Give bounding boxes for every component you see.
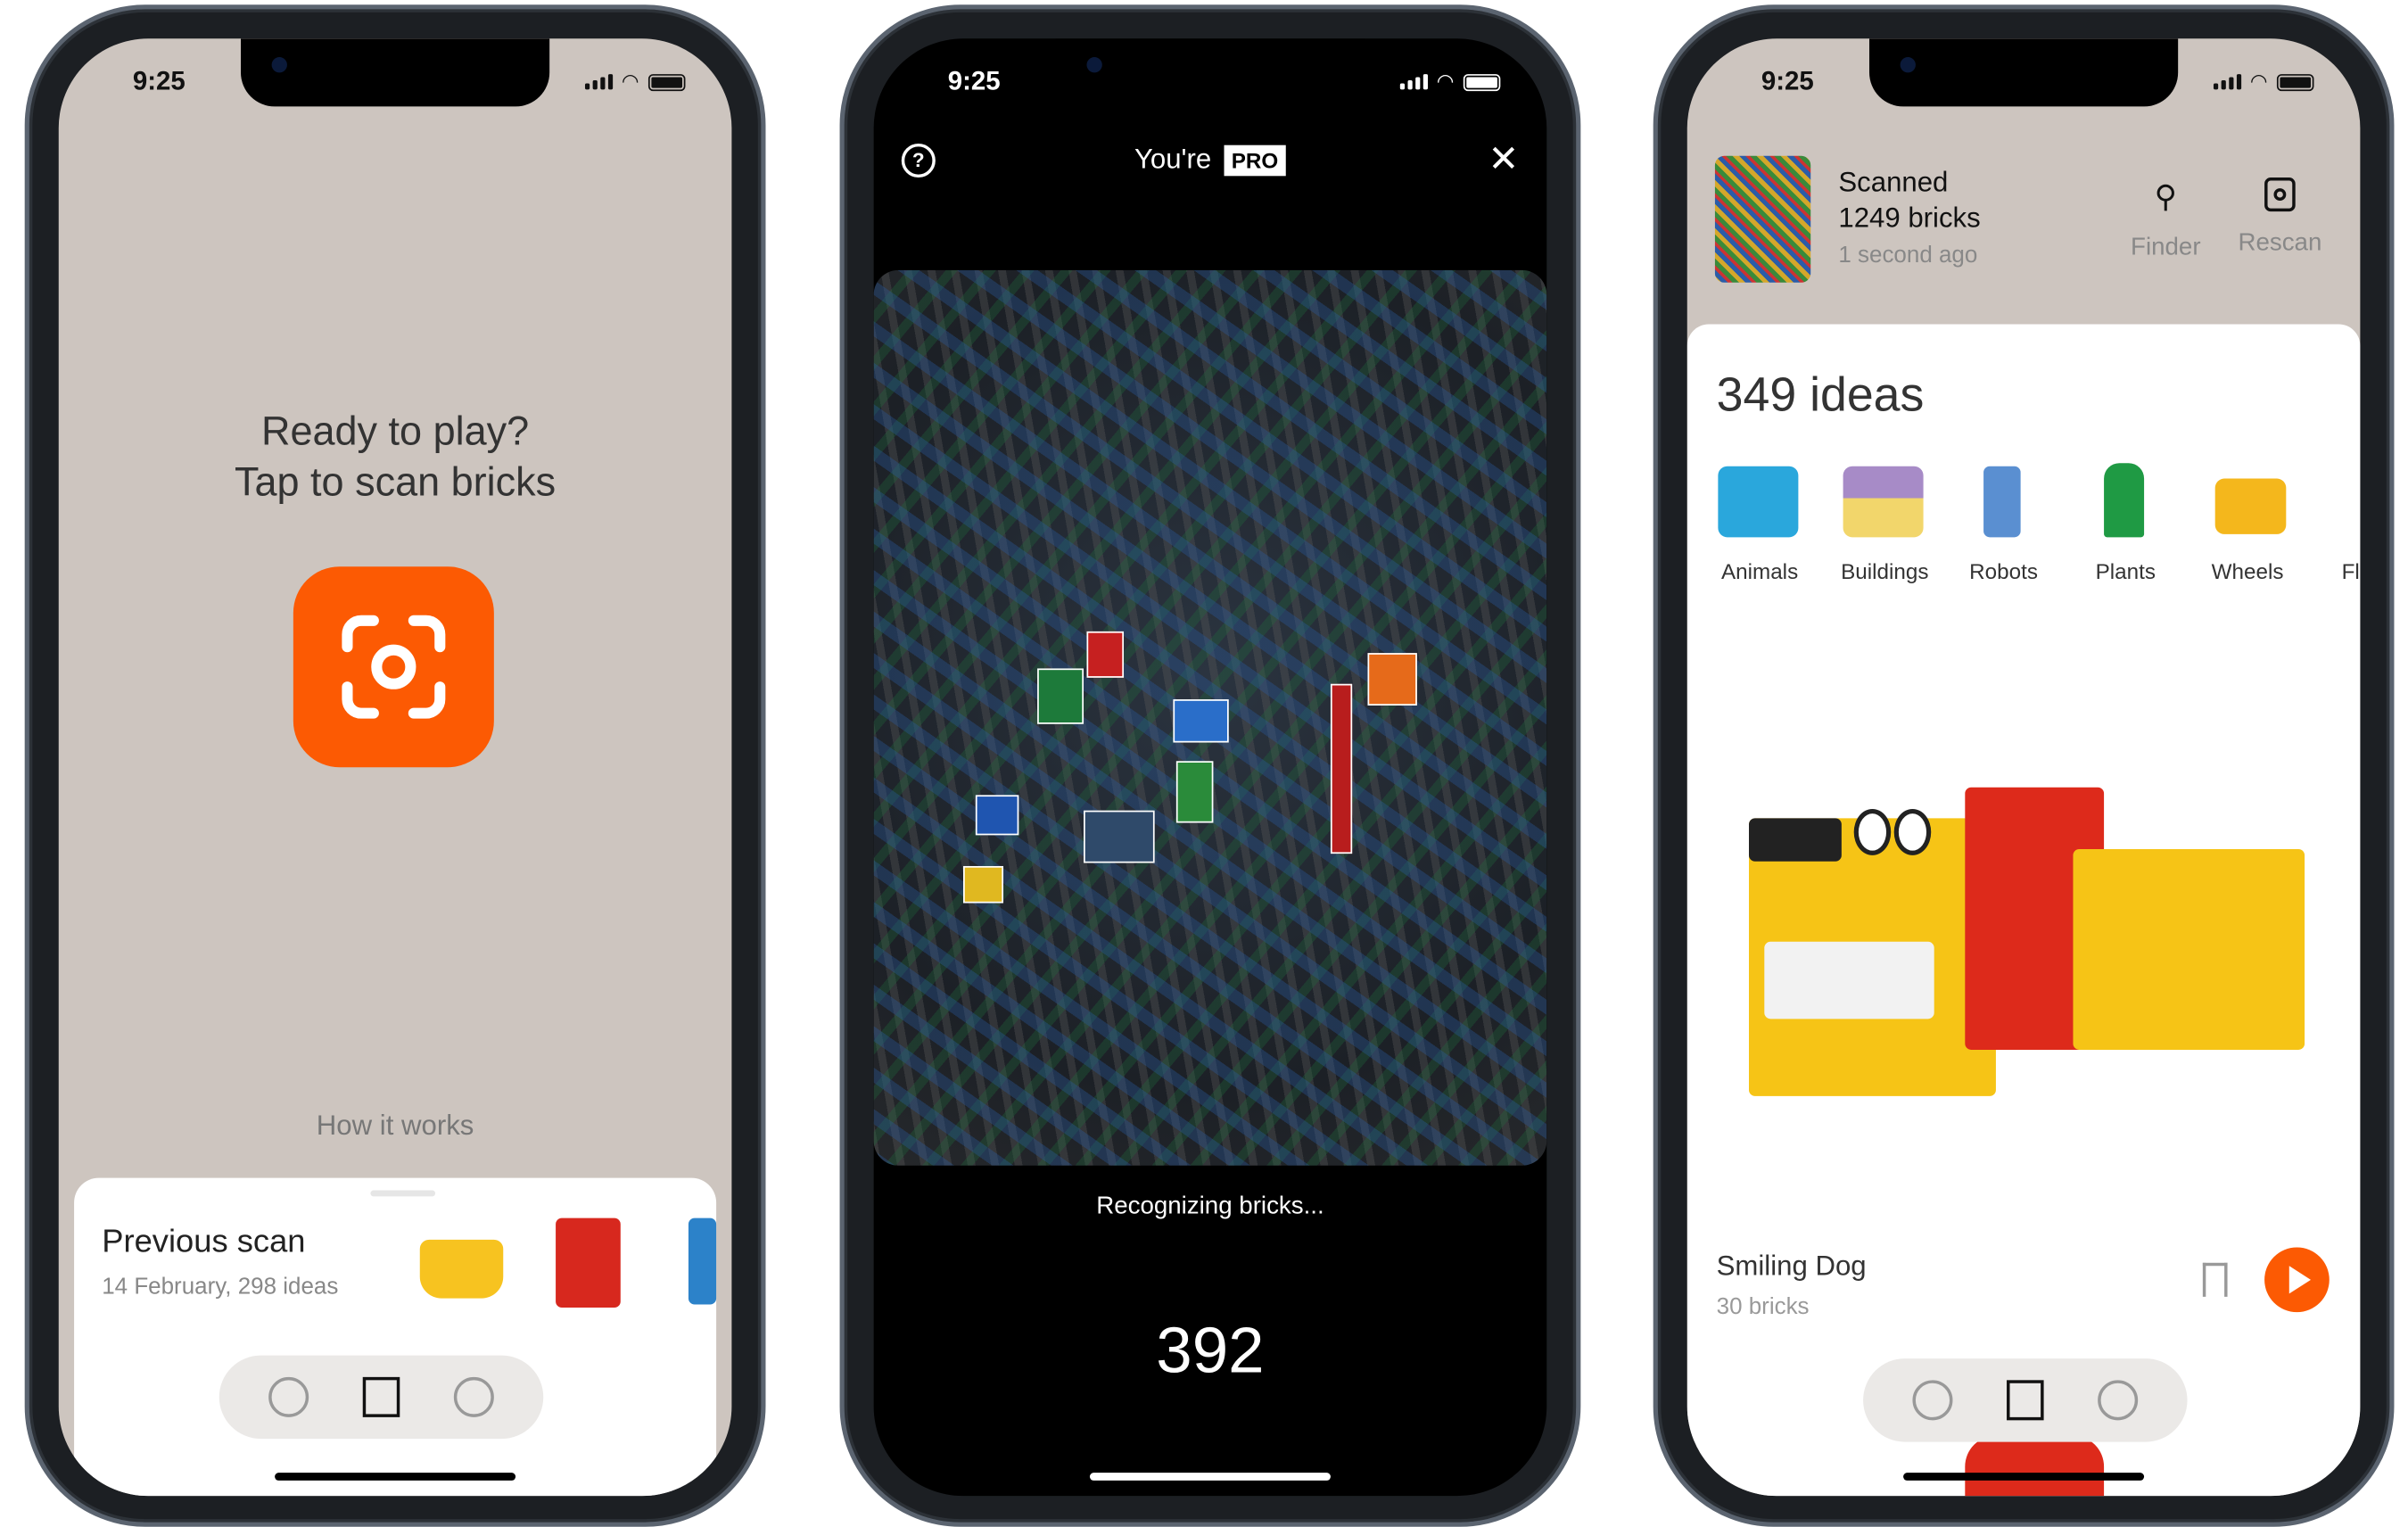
ideas-screen: 9:25 ◠ Scanned 1249 bricks 1 second ago … (1686, 38, 2361, 1497)
face-icon[interactable] (2098, 1380, 2139, 1421)
bookmark-icon[interactable] (2202, 1262, 2228, 1297)
bricks-icon[interactable] (362, 1376, 400, 1417)
detected-brick-box (1086, 631, 1125, 678)
category-robots[interactable]: Robots (1947, 559, 2061, 584)
status-time: 9:25 (1761, 66, 1814, 96)
battery-icon (2276, 73, 2314, 91)
buildings-image (1843, 466, 1924, 538)
rescan-label: Rescan (2238, 229, 2322, 257)
detected-brick-box (1330, 683, 1353, 854)
notch (1055, 38, 1365, 107)
search-icon: ⚲ (2154, 180, 2177, 215)
tab-bar (219, 1355, 544, 1440)
bricks-icon[interactable] (2007, 1380, 2044, 1421)
camera-scan-icon (342, 615, 446, 719)
camera-scan-icon (2264, 177, 2296, 212)
detected-brick-box (963, 865, 1004, 904)
camera-preview (873, 269, 1547, 1166)
subheadline: Tap to scan bricks (235, 458, 557, 505)
house-model-image (688, 1217, 717, 1305)
status-text: Recognizing bricks... (1096, 1193, 1324, 1220)
signal-icon (1399, 74, 1428, 90)
detected-brick-box (1173, 699, 1229, 743)
featured-model-image[interactable] (1748, 741, 2305, 1127)
category-animals[interactable]: Animals (1703, 559, 1817, 584)
scan-thumbnail[interactable] (1714, 155, 1811, 283)
detected-brick-box (975, 795, 1019, 836)
status-time: 9:25 (947, 66, 1001, 96)
home-indicator (1089, 1473, 1331, 1481)
animals-image (1718, 466, 1799, 538)
status-time: 9:25 (132, 66, 186, 96)
phone-home: 9:25 ◠ Ready to play? Tap to scan bricks… (24, 4, 766, 1527)
battery-icon (1463, 73, 1501, 91)
detected-brick-box (1037, 668, 1084, 724)
notch (1868, 38, 2179, 107)
category-partial[interactable]: Fl (2342, 559, 2360, 584)
pro-badge: PRO (1224, 144, 1286, 176)
scan-brick-count: 1249 bricks (1838, 202, 1981, 234)
finder-label: Finder (2131, 235, 2201, 261)
detected-brick-box (1175, 761, 1214, 823)
close-icon[interactable]: ✕ (1488, 137, 1519, 182)
category-buildings[interactable]: Buildings (1823, 559, 1946, 584)
santa-model-image (556, 1217, 621, 1308)
previous-scan-subtitle: 14 February, 298 ideas (102, 1273, 339, 1300)
signal-icon (584, 74, 613, 90)
wifi-icon: ◠ (2249, 69, 2268, 93)
headline: Ready to play? (260, 407, 530, 454)
brick-count: 392 (1156, 1313, 1265, 1387)
wheels-image (2214, 478, 2287, 534)
next-model-image (1965, 1435, 2105, 1497)
face-icon[interactable] (454, 1376, 495, 1417)
drag-handle[interactable] (370, 1190, 436, 1197)
home-indicator (275, 1473, 516, 1481)
scan-title: Scanned (1838, 166, 1949, 198)
signal-icon (2213, 74, 2241, 90)
detected-brick-box (1367, 653, 1417, 706)
scan-button[interactable] (293, 566, 494, 768)
globe-icon[interactable] (268, 1376, 309, 1417)
globe-icon[interactable] (1911, 1380, 1952, 1421)
play-button[interactable] (2264, 1247, 2330, 1313)
home-screen: 9:25 ◠ Ready to play? Tap to scan bricks… (58, 38, 732, 1497)
category-list: Animals Buildings Robots Plants Wheels F… (1687, 460, 2361, 599)
home-indicator (1903, 1473, 2145, 1481)
phone-ideas: 9:25 ◠ Scanned 1249 bricks 1 second ago … (1653, 4, 2395, 1527)
status-icons: ◠ (1399, 69, 1501, 95)
previous-scan-title: Previous scan (102, 1224, 306, 1260)
how-it-works-link[interactable]: How it works (59, 1110, 732, 1142)
finder-button[interactable]: ⚲ Finder (2116, 177, 2215, 262)
featured-title: Smiling Dog (1716, 1250, 1867, 1282)
notch (241, 38, 550, 107)
submarine-model-image (419, 1239, 504, 1299)
title-text: You're (1134, 143, 1212, 175)
category-wheels[interactable]: Wheels (2190, 559, 2305, 584)
detected-brick-box (1084, 810, 1155, 863)
category-plants[interactable]: Plants (2068, 559, 2182, 584)
scan-time: 1 second ago (1838, 242, 1978, 269)
plants-image (2104, 463, 2145, 538)
rescan-button[interactable]: Rescan (2231, 177, 2330, 258)
play-icon (2288, 1266, 2312, 1294)
previous-scan-card[interactable]: Previous scan 14 February, 298 ideas (74, 1177, 717, 1497)
wifi-icon: ◠ (1436, 69, 1455, 93)
status-icons: ◠ (584, 69, 686, 95)
ideas-panel: 349 ideas Animals Buildings Robots Plant… (1686, 324, 2361, 1497)
status-icons: ◠ (2213, 69, 2314, 95)
ideas-title: 349 ideas (1716, 367, 1925, 422)
battery-icon (647, 73, 686, 91)
scanning-screen: 9:25 ◠ ? You're PRO ✕ Recognizing bricks… (873, 38, 1547, 1497)
tab-bar (1863, 1358, 2188, 1442)
phone-scanning: 9:25 ◠ ? You're PRO ✕ Recognizing bricks… (839, 4, 1581, 1527)
wifi-icon: ◠ (621, 69, 639, 93)
robots-image (1983, 466, 2021, 538)
featured-subtitle: 30 bricks (1716, 1293, 1810, 1320)
